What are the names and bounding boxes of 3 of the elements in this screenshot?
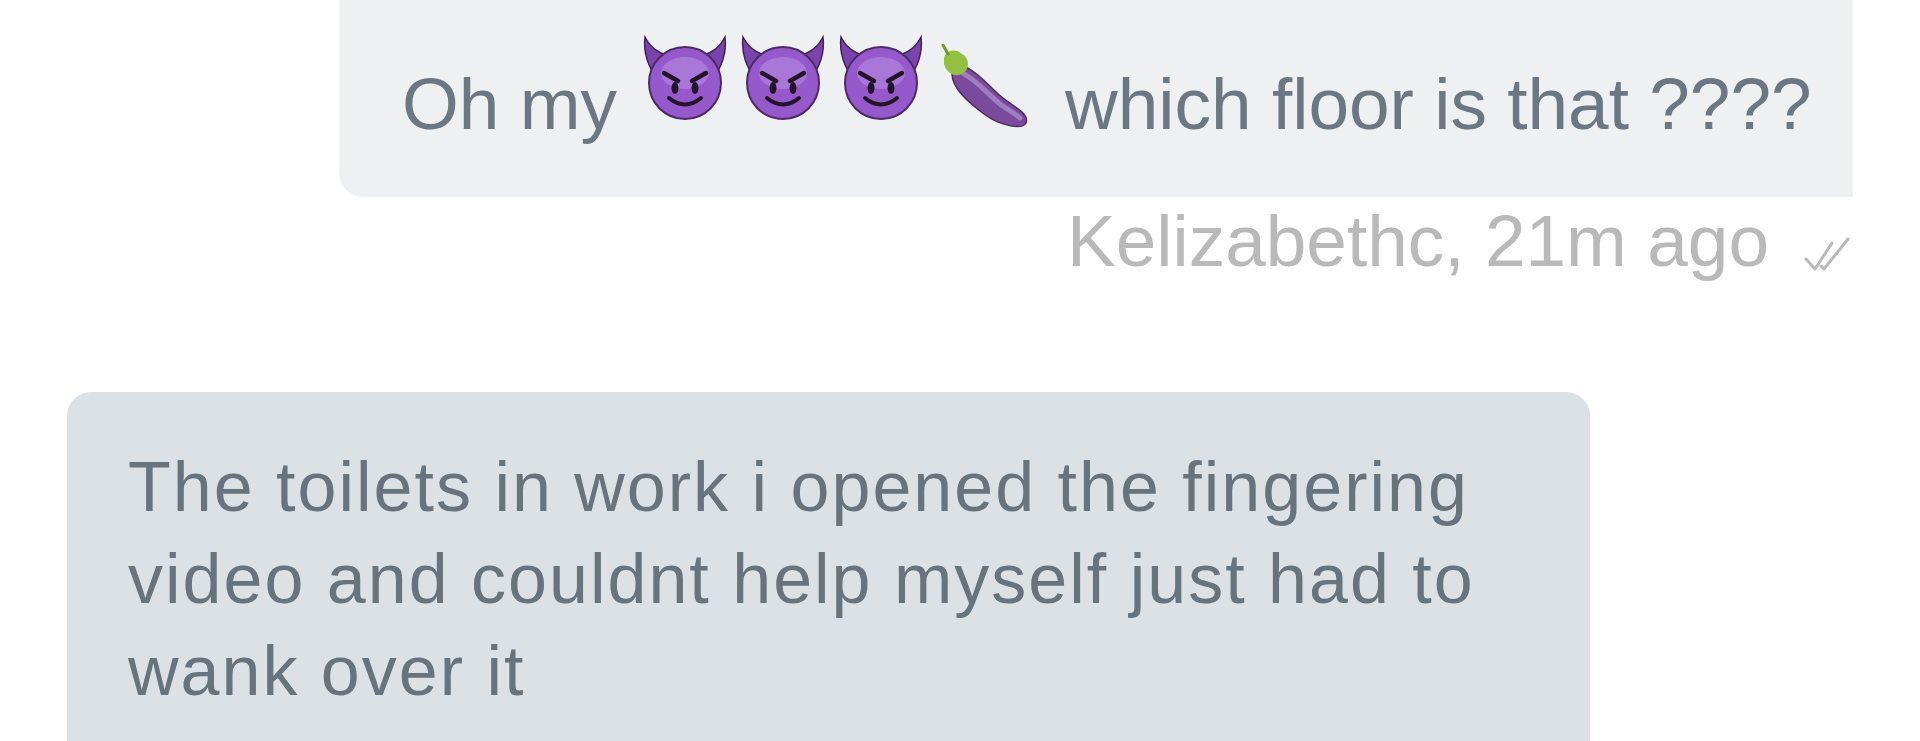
eggplant-icon xyxy=(940,44,1030,128)
message-text: which floor is that ???? xyxy=(1065,67,1812,140)
message-text: The toilets in work i opened the fingering video and couldnt help myself just had to wank over it xyxy=(128,447,1476,712)
